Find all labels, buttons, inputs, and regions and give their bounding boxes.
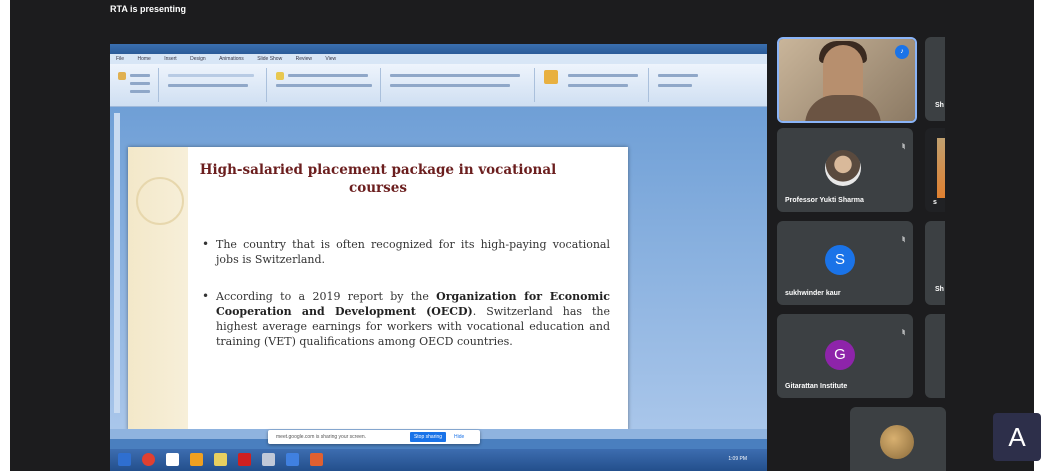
ribbon-toolbar: [110, 64, 767, 107]
ribbon-tab: Design: [190, 56, 206, 62]
app-icon[interactable]: [262, 453, 275, 466]
shared-screen: File Home Insert Design Animations Slide…: [110, 44, 767, 471]
ribbon-tab: Insert: [164, 56, 177, 62]
editing-group: [652, 68, 712, 102]
participant-tile[interactable]: [850, 407, 946, 471]
stop-sharing-button[interactable]: Stop sharing: [410, 432, 446, 442]
app-icon[interactable]: [166, 453, 179, 466]
slides-group: [162, 68, 267, 102]
avatar: S: [825, 245, 855, 275]
slide-title: High-salaried placement package in vocat…: [199, 162, 557, 196]
hide-button[interactable]: Hide: [454, 434, 464, 440]
paragraph-group: [384, 68, 535, 102]
avatar: [880, 425, 914, 459]
vertical-ruler: [114, 113, 120, 413]
speaking-indicator-icon: ♪: [895, 45, 909, 59]
participant-video: [937, 138, 945, 198]
participant-tile[interactable]: [925, 314, 945, 398]
mic-off-icon: ♮: [902, 142, 905, 151]
meet-window: RTA is presenting File Home Insert Desig…: [0, 0, 1044, 471]
ribbon-tabs: File Home Insert Design Animations Slide…: [110, 54, 767, 64]
participant-tile[interactable]: ♮ G Gitarattan Institute: [777, 314, 913, 398]
pdf-icon[interactable]: [238, 453, 251, 466]
bullet-item: According to a 2019 report by the Organi…: [200, 289, 610, 349]
app-title-bar: [110, 44, 767, 54]
share-message: meet.google.com is sharing your screen.: [276, 434, 367, 440]
participant-tile[interactable]: ♮ Professor Yukti Sharma: [777, 128, 913, 212]
participant-tile-speaking[interactable]: ♪: [777, 37, 917, 123]
ribbon-tab: Review: [295, 56, 312, 62]
slide-workspace: High-salaried placement package in vocat…: [110, 107, 767, 431]
slide: High-salaried placement package in vocat…: [128, 147, 628, 431]
ribbon-tab: View: [325, 56, 337, 62]
right-border: [1034, 0, 1044, 471]
ribbon-tab: Animations: [219, 56, 244, 62]
paste-icon: [118, 72, 126, 80]
mic-off-icon: ♮: [902, 328, 905, 337]
screen-share-bar: meet.google.com is sharing your screen. …: [268, 430, 480, 444]
avatar: G: [825, 340, 855, 370]
taskbar: 1:09 PM: [110, 449, 767, 471]
powerpoint-icon[interactable]: [310, 453, 323, 466]
slide-decoration: [128, 147, 188, 431]
mic-off-icon: ♮: [902, 235, 905, 244]
clipboard-group: [114, 68, 159, 102]
chrome-icon[interactable]: [142, 453, 155, 466]
participant-tile[interactable]: Sh: [925, 221, 945, 305]
files-icon[interactable]: [214, 453, 227, 466]
folder-icon[interactable]: [190, 453, 203, 466]
start-icon[interactable]: [118, 453, 131, 466]
taskbar-clock: 1:09 PM: [728, 456, 747, 462]
presenting-label: RTA is presenting: [110, 4, 187, 14]
meeting-app-logo: A: [993, 413, 1041, 461]
bullet-item: The country that is often recognized for…: [200, 237, 610, 267]
slide-bullets: The country that is often recognized for…: [200, 237, 610, 371]
participant-tile[interactable]: ♮ S sukhwinder kaur: [777, 221, 913, 305]
font-group: [270, 68, 381, 102]
ribbon-tab: File: [116, 56, 125, 62]
left-border: [0, 0, 10, 471]
browser-icon[interactable]: [286, 453, 299, 466]
participant-tile[interactable]: Sh: [925, 37, 945, 121]
drawing-group: [538, 68, 649, 102]
ribbon-tab: Slide Show: [257, 56, 283, 62]
shapes-icon: [544, 70, 558, 84]
font-icon: [276, 72, 284, 80]
ribbon-tab: Home: [137, 56, 151, 62]
avatar: [825, 150, 861, 186]
participant-tile[interactable]: s: [925, 128, 945, 212]
